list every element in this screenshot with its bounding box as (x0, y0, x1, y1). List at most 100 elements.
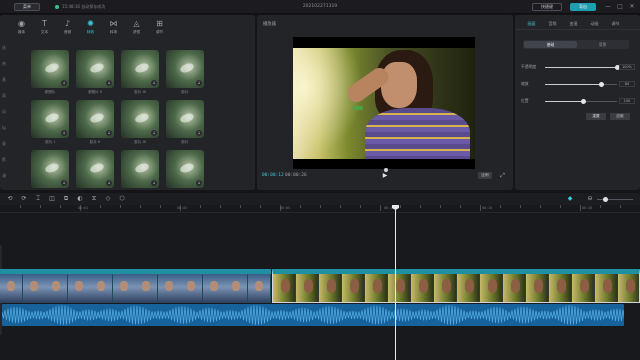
download-icon[interactable]: ↓ (106, 80, 112, 86)
video-clip-left[interactable]: 视频 (0, 269, 271, 303)
split-icon[interactable]: ⌶ (34, 195, 42, 203)
property-slider[interactable] (545, 81, 617, 87)
category-item[interactable]: 漫 (2, 173, 8, 178)
category-item[interactable]: 氛 (2, 93, 8, 98)
delete-icon[interactable]: ◫ (48, 195, 56, 203)
download-icon[interactable]: ↓ (151, 130, 157, 136)
speed-icon[interactable]: ⧖ (90, 195, 98, 203)
download-icon[interactable]: ↓ (196, 130, 202, 136)
tab-icon: ⋈ (109, 19, 118, 28)
keyframe-icon[interactable]: ◇ (104, 195, 112, 203)
effect-thumbnail[interactable]: ↓ (76, 150, 114, 188)
properties-tab-0[interactable]: 画面 (521, 19, 542, 28)
media-tab-0[interactable]: ◉ 媒体 (10, 18, 33, 38)
close-icon[interactable]: ✕ (628, 3, 636, 11)
slider-handle[interactable] (581, 98, 587, 104)
effect-thumbnail[interactable]: ↓ (166, 100, 204, 138)
download-icon[interactable]: ↓ (61, 130, 67, 136)
category-item[interactable]: 复 (2, 141, 8, 146)
audio-clip[interactable] (2, 304, 624, 326)
segment-basic[interactable]: 基础 (524, 41, 577, 48)
property-row: 位置 100 (521, 97, 635, 105)
download-icon[interactable]: ↓ (106, 130, 112, 136)
maximize-icon[interactable]: □ (616, 3, 624, 11)
snap-icon[interactable]: ◆ (566, 195, 574, 203)
download-icon[interactable]: ↓ (61, 180, 67, 186)
title-bar: 菜单 15:48:16 自动保存成功 202102271319 快捷键 导出 —… (0, 0, 640, 14)
crop-icon[interactable]: ⧉ (62, 195, 70, 203)
property-label: 缩放 (521, 81, 529, 86)
category-item[interactable]: 基 (2, 77, 8, 82)
slider-handle[interactable] (598, 81, 604, 87)
ruler-label: 00:05 (280, 206, 291, 210)
effect-name: 胶片 III (134, 140, 146, 144)
preview-canvas[interactable] (293, 37, 475, 169)
category-item[interactable]: 动 (2, 109, 8, 114)
property-value[interactable]: 100% (619, 64, 635, 70)
undo-icon[interactable]: ⟲ (6, 195, 14, 203)
download-icon[interactable]: ↓ (151, 180, 157, 186)
media-tab-4[interactable]: ⋈ 转场 (102, 18, 125, 38)
tab-label: 媒体 (17, 30, 26, 34)
effect-thumbnail[interactable]: ↓ (31, 150, 69, 188)
effect-thumbnail[interactable]: ↓ (76, 100, 114, 138)
download-icon[interactable]: ↓ (151, 80, 157, 86)
mask-icon[interactable]: ◐ (76, 195, 84, 203)
download-icon[interactable]: ↓ (196, 180, 202, 186)
download-icon[interactable]: ↓ (61, 80, 67, 86)
minimize-icon[interactable]: — (604, 3, 612, 11)
media-tab-6[interactable]: ⊞ 调节 (148, 18, 171, 38)
category-item[interactable]: 热 (2, 61, 8, 66)
download-icon[interactable]: ↓ (106, 180, 112, 186)
effect-thumbnail[interactable]: ↓ (166, 150, 204, 188)
export-button[interactable]: 导出 (570, 3, 596, 11)
property-value[interactable]: 100 (619, 98, 635, 104)
aspect-ratio-button[interactable]: 比例 (478, 172, 492, 179)
playhead[interactable] (395, 205, 396, 360)
properties-tab-1[interactable]: 音频 (542, 19, 563, 28)
properties-tab-2[interactable]: 变速 (563, 19, 584, 28)
video-clip-right[interactable]: 这时 10 秒内容 · 视频 (272, 269, 640, 303)
fullscreen-icon[interactable]: ⤢ (499, 172, 506, 179)
effect-category-list: 选热基氛动 Ig 复影漫 (0, 39, 12, 190)
effect-thumbnail[interactable]: ↓ (76, 50, 114, 88)
preview-video-frame (293, 48, 475, 159)
property-slider[interactable] (545, 98, 617, 104)
player-panel: 播放器 00:00:12 00:00:26 ▶ 比例 ⤢ (257, 15, 513, 190)
category-item[interactable]: 影 (2, 157, 8, 162)
reset-button[interactable]: 重置 (586, 113, 606, 120)
properties-tab-4[interactable]: 调节 (605, 19, 626, 28)
effect-name: 老照片 II (87, 90, 103, 94)
redo-icon[interactable]: ⟳ (20, 195, 28, 203)
transform-icon[interactable]: ⬡ (118, 195, 126, 203)
zoom-out-icon[interactable]: ⊖ (586, 195, 594, 203)
effect-thumbnail[interactable]: ↓ (121, 50, 159, 88)
segment-background[interactable]: 背景 (577, 41, 628, 48)
effect-thumbnail[interactable]: ↓ (31, 100, 69, 138)
play-icon[interactable]: ▶ (381, 172, 389, 180)
effect-thumbnail[interactable]: ↓ (121, 150, 159, 188)
tab-icon: T (42, 19, 47, 28)
category-item[interactable]: 选 (2, 45, 8, 50)
effects-grid: ↓ 老照片 ↓ 老照片 II ↓ 胶片 III ↓ 胶片 ↓ 胶片 I ↓ 胶片 II ↓ 胶片 III ↓… (31, 50, 211, 190)
property-slider[interactable] (545, 64, 620, 70)
tab-label: 转场 (109, 30, 118, 34)
ruler-label: 00:03 (177, 206, 188, 210)
time-ruler[interactable]: 00:01 00:03 00:05 00:10 00:15 00:20 (0, 205, 640, 213)
effect-name: 老照片 (44, 90, 56, 94)
media-tab-1[interactable]: T 文本 (33, 18, 56, 38)
category-item[interactable]: Ig (2, 125, 8, 130)
properties-tab-3[interactable]: 动画 (584, 19, 605, 28)
media-tab-5[interactable]: ◬ 滤镜 (125, 18, 148, 38)
effect-name: 胶片 I (45, 140, 55, 144)
download-icon[interactable]: ↓ (196, 80, 202, 86)
effect-thumbnail[interactable]: ↓ (121, 100, 159, 138)
media-tab-2[interactable]: ♪ 音频 (56, 18, 79, 38)
shortcut-button[interactable]: 快捷键 (532, 3, 562, 11)
property-value[interactable]: 84 (619, 81, 635, 87)
effect-thumbnail[interactable]: ↓ (166, 50, 204, 88)
media-tab-3[interactable]: ✺ 特效 (79, 18, 102, 38)
timeline-zoom-handle[interactable] (603, 197, 608, 202)
apply-button[interactable]: 应用 (610, 113, 630, 120)
effect-thumbnail[interactable]: ↓ (31, 50, 69, 88)
